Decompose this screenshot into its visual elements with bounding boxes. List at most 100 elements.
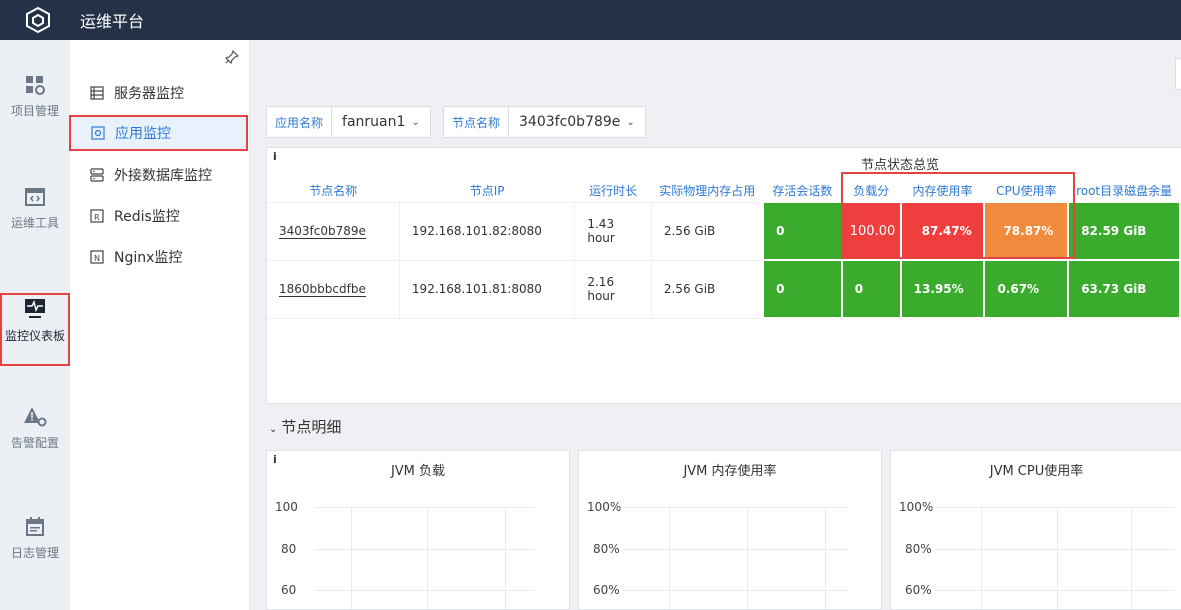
overview-title: 节点状态总览 [860, 158, 939, 173]
uptime-value: 1.43 [587, 217, 615, 231]
y-tick: 80% [905, 542, 932, 556]
rail-item-tools[interactable]: 运维工具 [0, 186, 70, 231]
y-tick: 60 [281, 583, 297, 597]
redis-icon: R [90, 209, 104, 223]
app-title: 运维平台 [80, 12, 145, 31]
app-select[interactable]: fanruan1 ⌄ [331, 107, 430, 137]
secondary-nav: 服务器监控 应用监控 外接数据库监控 R Redis监控 N Nginx监控 [69, 40, 250, 610]
toolbar-edge [1175, 58, 1181, 90]
subnav-item-redis[interactable]: R Redis监控 [70, 198, 250, 234]
subnav-label: 服务器监控 [114, 86, 184, 102]
disk-cell: 63.73 GiB [1067, 259, 1181, 319]
rail-label: 监控仪表板 [4, 329, 65, 343]
col-node-name[interactable]: 节点名称 [267, 180, 400, 203]
cube-logo-icon[interactable] [18, 0, 58, 40]
chevron-down-icon: ⌄ [626, 116, 635, 128]
chart-card-jvm-memory: JVM 内存使用率 100% 80% 60% [578, 450, 882, 610]
chevron-down-icon: ⌄ [411, 116, 420, 128]
memory-cell: 2.56 GiB [651, 260, 764, 319]
app-filter-label: 应用名称 [275, 115, 324, 130]
sessions-cell: 0 [762, 259, 843, 319]
uptime-value: 2.16 [587, 275, 615, 289]
app-monitor-icon [91, 126, 105, 140]
overview-table: 节点名称 节点IP 运行时长 实际物理内存占用 存活会话数 负载分 内存使用率 … [267, 180, 1181, 319]
nginx-icon: N [90, 250, 104, 264]
y-tick: 60% [593, 583, 620, 597]
chart-title: JVM 负载 [390, 464, 446, 479]
node-link[interactable]: 3403fc0b789e [279, 224, 366, 239]
chart-card-jvm-load: i JVM 负载 100 80 60 [266, 450, 570, 610]
y-tick: 80 [281, 542, 297, 556]
server-list-icon [90, 86, 104, 100]
node-overview-panel: i 节点状态总览 节点名称 节点IP 运行时长 实际物理内存占用 存活会话数 负… [266, 147, 1181, 404]
subnav-label: 外接数据库监控 [114, 168, 212, 184]
load-cell: 0 [840, 259, 902, 319]
svg-text:R: R [94, 213, 100, 222]
monitor-pulse-icon [25, 299, 45, 318]
rail-label: 告警配置 [10, 436, 59, 450]
detail-title: 节点明细 [281, 418, 342, 436]
subnav-item-app[interactable]: 应用监控 [69, 115, 248, 151]
app-select-value: fanruan1 [342, 114, 406, 130]
chart-title: JVM 内存使用率 [683, 464, 777, 479]
main-content: 应用名称 fanruan1 ⌄ 节点名称 3403fc0b789e ⌄ i 节点… [251, 40, 1181, 610]
memory-usage-cell: 13.95% [899, 259, 986, 319]
node-name-cell[interactable]: 1860bbbcdfbe [267, 260, 400, 319]
node-filter: 节点名称 3403fc0b789e ⌄ [443, 106, 646, 138]
col-disk-free[interactable]: root目录磁盘余量 [1068, 180, 1180, 203]
col-sessions[interactable]: 存活会话数 [763, 180, 842, 203]
col-memory-usage[interactable]: 内存使用率 [900, 180, 985, 203]
primary-nav-rail: 项目管理 运维工具 监控仪表板 告警配置 日志管理 [0, 40, 70, 610]
rail-item-project[interactable]: 项目管理 [0, 74, 70, 119]
calendar-log-icon [26, 517, 44, 536]
node-link[interactable]: 1860bbbcdfbe [279, 282, 366, 297]
cpu-usage-cell: 0.67% [983, 259, 1070, 319]
pin-icon[interactable] [224, 49, 240, 68]
code-window-icon [25, 188, 45, 206]
y-tick: 100 [275, 500, 298, 514]
node-filter-label: 节点名称 [452, 115, 501, 130]
rail-label: 运维工具 [10, 216, 59, 230]
top-bar: 运维平台 [0, 0, 1181, 40]
table-row: 1860bbbcdfbe 192.168.101.81:8080 2.16 hou… [267, 259, 1181, 319]
rail-item-alerts[interactable]: 告警配置 [0, 406, 70, 451]
warning-gear-icon [24, 407, 47, 427]
node-name-cell[interactable]: 3403fc0b789e [267, 202, 400, 261]
y-tick: 60% [905, 583, 932, 597]
subnav-label: Redis监控 [114, 209, 180, 225]
subnav-item-nginx[interactable]: N Nginx监控 [70, 239, 250, 275]
rail-item-dashboard[interactable]: 监控仪表板 [0, 293, 70, 366]
subnav-item-database[interactable]: 外接数据库监控 [70, 157, 250, 193]
subnav-label: 应用监控 [115, 126, 171, 142]
col-load[interactable]: 负载分 [841, 180, 901, 203]
subnav-label: Nginx监控 [114, 250, 183, 266]
col-physical-memory[interactable]: 实际物理内存占用 [651, 180, 764, 203]
y-tick: 80% [593, 542, 620, 556]
load-cell: 100.00 [840, 201, 902, 261]
detail-section-header[interactable]: ⌄ 节点明细 [269, 416, 341, 437]
chart-title: JVM CPU使用率 [989, 464, 1084, 479]
memory-cell: 2.56 GiB [651, 202, 764, 261]
node-ip-cell: 192.168.101.81:8080 [399, 260, 576, 319]
disk-cell: 82.59 GiB [1067, 201, 1181, 261]
sessions-cell: 0 [762, 201, 843, 261]
col-uptime[interactable]: 运行时长 [574, 180, 652, 203]
node-select-value: 3403fc0b789e [519, 114, 621, 130]
uptime-cell: 2.16 hour [574, 260, 652, 319]
rail-item-logs[interactable]: 日志管理 [0, 516, 70, 561]
subnav-item-server[interactable]: 服务器监控 [70, 75, 250, 111]
cpu-usage-cell: 78.87% [983, 201, 1070, 261]
y-tick: 100% [587, 500, 622, 514]
grid-gear-icon [26, 76, 45, 95]
chevron-down-icon: ⌄ [269, 424, 278, 435]
node-select[interactable]: 3403fc0b789e ⌄ [508, 107, 645, 137]
col-cpu-usage[interactable]: CPU使用率 [984, 180, 1069, 203]
svg-text:N: N [94, 254, 100, 263]
node-ip-cell: 192.168.101.82:8080 [399, 202, 576, 261]
col-node-ip[interactable]: 节点IP [399, 180, 575, 203]
database-icon [90, 168, 104, 182]
uptime-cell: 1.43 hour [574, 202, 652, 261]
app-filter: 应用名称 fanruan1 ⌄ [266, 106, 431, 138]
rail-label: 日志管理 [10, 546, 59, 560]
uptime-unit: hour [587, 231, 615, 245]
